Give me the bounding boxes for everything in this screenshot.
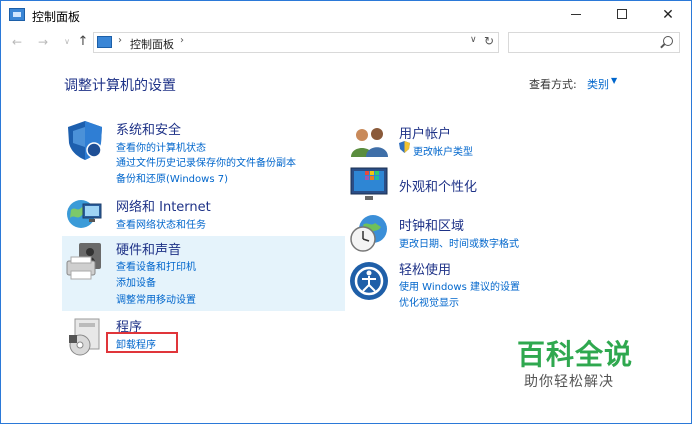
address-dropdown-icon[interactable]: ∨ <box>470 35 477 45</box>
close-button[interactable]: ✕ <box>645 1 691 29</box>
navigation-bar: ← → ∨ ↑ › 控制面板 › ∨ ↻ <box>1 29 691 57</box>
appearance-monitor-icon[interactable] <box>349 164 389 202</box>
link-change-date-time-format[interactable]: 更改日期、时间或数字格式 <box>399 235 519 250</box>
uac-shield-icon <box>399 141 410 153</box>
address-bar[interactable]: › 控制面板 › ∨ ↻ <box>93 32 499 53</box>
category-title-network-internet[interactable]: 网络和 Internet <box>116 196 211 215</box>
programs-icon[interactable] <box>67 317 103 357</box>
page-title: 调整计算机的设置 <box>64 78 176 94</box>
category-title-system-security[interactable]: 系统和安全 <box>116 119 181 138</box>
close-icon: ✕ <box>662 7 674 23</box>
watermark-subtitle: 助你轻松解决 <box>524 374 614 390</box>
view-by-label: 查看方式: <box>529 78 577 91</box>
printer-speaker-icon[interactable] <box>65 241 105 287</box>
breadcrumb-separator-icon[interactable]: › <box>180 35 184 46</box>
search-input[interactable] <box>508 32 680 53</box>
users-icon[interactable] <box>349 125 389 159</box>
minimize-icon <box>571 14 581 15</box>
watermark-logo: 百科全说 <box>517 338 634 371</box>
breadcrumb-separator-icon[interactable]: › <box>118 35 122 46</box>
link-mobility-settings[interactable]: 调整常用移动设置 <box>116 291 196 306</box>
breadcrumb-control-panel[interactable]: 控制面板 <box>130 36 174 52</box>
network-globe-icon[interactable] <box>65 194 105 232</box>
category-title-ease-of-access[interactable]: 轻松使用 <box>399 259 451 278</box>
up-button[interactable]: ↑ <box>74 33 92 51</box>
link-view-computer-status[interactable]: 查看你的计算机状态 <box>116 139 206 154</box>
category-title-clock-region[interactable]: 时钟和区域 <box>399 215 464 234</box>
link-recommended-settings[interactable]: 使用 Windows 建议的设置 <box>399 278 520 293</box>
control-panel-icon <box>97 36 112 48</box>
category-title-user-accounts[interactable]: 用户帐户 <box>399 123 451 142</box>
category-title-hardware-sound[interactable]: 硬件和声音 <box>116 239 181 258</box>
window-title: 控制面板 <box>32 10 81 24</box>
refresh-icon[interactable]: ↻ <box>484 34 494 48</box>
link-change-account-type[interactable]: 更改帐户类型 <box>413 143 473 158</box>
back-arrow-icon: ← <box>11 35 23 49</box>
maximize-button[interactable] <box>599 1 645 29</box>
control-panel-window: 控制面板 ✕ ← → ∨ ↑ › 控制面板 › ∨ ↻ 调整计算机的设置 查看方… <box>0 0 692 424</box>
title-bar: 控制面板 ✕ <box>1 1 691 29</box>
caret-down-icon[interactable]: ▼ <box>611 76 617 85</box>
shield-icon[interactable] <box>65 119 105 161</box>
view-by-dropdown[interactable]: 类别 <box>587 76 609 92</box>
link-devices-printers[interactable]: 查看设备和打印机 <box>116 258 196 273</box>
up-arrow-icon: ↑ <box>77 34 89 49</box>
link-add-device[interactable]: 添加设备 <box>116 274 156 289</box>
ease-of-access-icon[interactable] <box>349 261 389 301</box>
chevron-down-icon: ∨ <box>64 37 70 46</box>
link-backup-restore[interactable]: 备份和还原(Windows 7) <box>116 170 228 185</box>
link-file-history-backup[interactable]: 通过文件历史记录保存你的文件备份副本 <box>116 154 296 169</box>
maximize-icon <box>617 9 627 19</box>
search-icon[interactable] <box>663 36 673 46</box>
minimize-button[interactable] <box>553 1 599 29</box>
control-panel-icon <box>9 8 25 21</box>
clock-globe-icon[interactable] <box>349 213 389 253</box>
link-network-status-tasks[interactable]: 查看网络状态和任务 <box>116 216 206 231</box>
annotation-highlight-box <box>106 332 178 353</box>
back-button[interactable]: ← <box>8 33 26 51</box>
link-optimize-visual-display[interactable]: 优化视觉显示 <box>399 294 459 309</box>
forward-arrow-icon: → <box>37 35 49 49</box>
forward-button[interactable]: → <box>34 33 52 51</box>
category-title-appearance[interactable]: 外观和个性化 <box>399 176 477 195</box>
